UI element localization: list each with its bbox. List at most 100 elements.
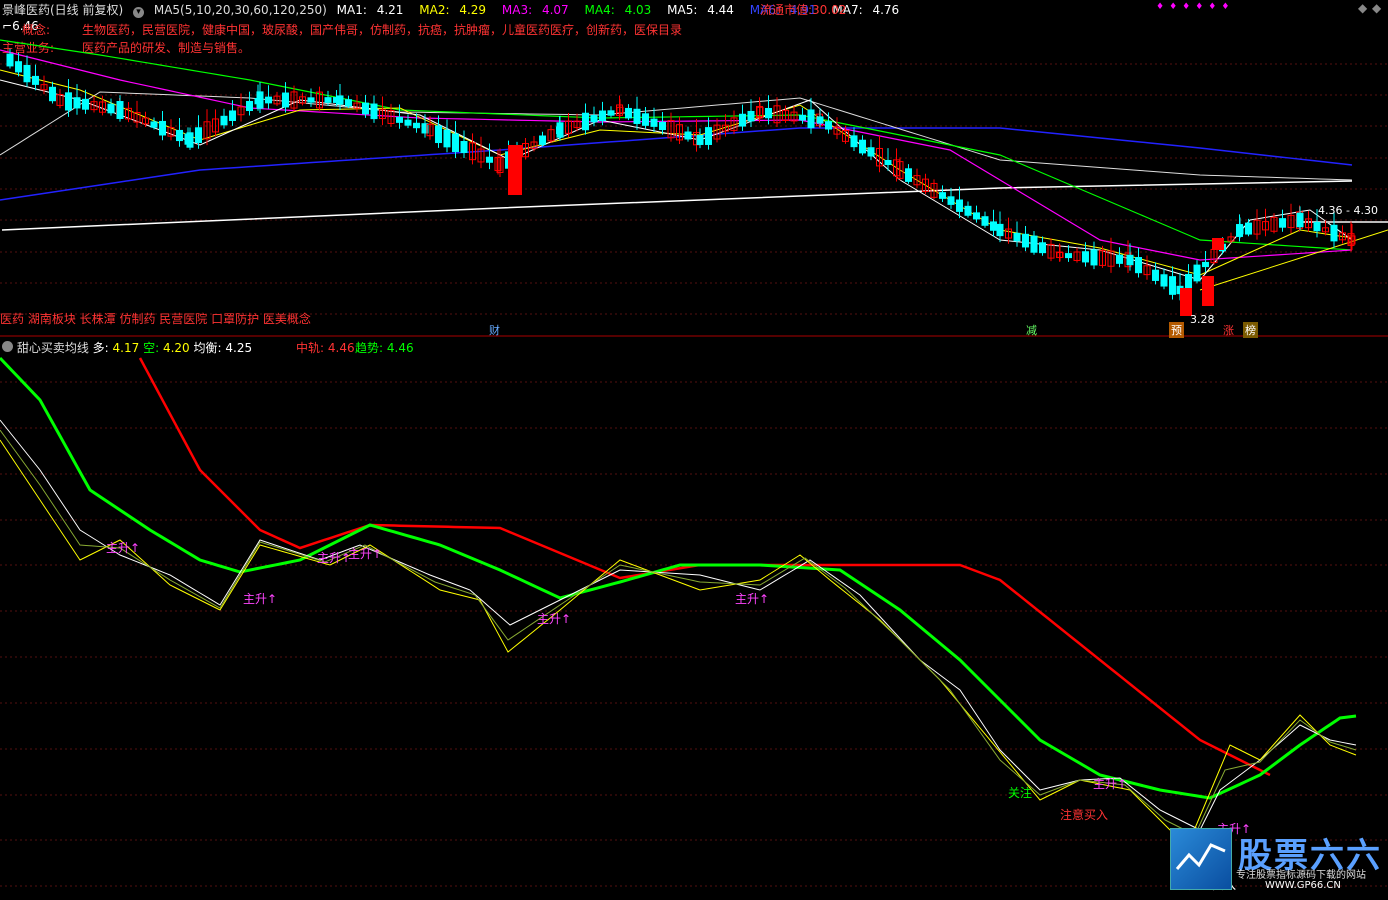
chart-canvas[interactable] bbox=[0, 0, 1388, 900]
qushi: 趋势: 4.46 bbox=[355, 341, 414, 355]
candle bbox=[1039, 242, 1046, 254]
candle bbox=[739, 113, 746, 127]
candle bbox=[1090, 249, 1098, 266]
marker-jian[interactable]: 减 bbox=[1024, 322, 1039, 338]
candle bbox=[607, 110, 615, 116]
candle bbox=[1212, 238, 1224, 250]
candle bbox=[107, 103, 115, 114]
candle bbox=[65, 92, 72, 111]
candle bbox=[850, 135, 858, 148]
candle bbox=[884, 159, 892, 166]
candle bbox=[176, 129, 183, 142]
candle bbox=[1202, 276, 1214, 306]
candle bbox=[116, 101, 124, 119]
price-range-label: 4.36 - 4.30 bbox=[1318, 204, 1378, 217]
candle bbox=[1126, 254, 1134, 266]
candle bbox=[15, 61, 22, 73]
candle bbox=[956, 199, 963, 212]
candle bbox=[1296, 212, 1304, 228]
candle bbox=[324, 97, 332, 103]
candle bbox=[23, 64, 31, 83]
concept-tags: 医药 湖南板块 长株潭 仿制药 民营医院 口罩防护 医美概念 bbox=[0, 312, 311, 326]
duo-white-line bbox=[0, 419, 1357, 831]
low-price-label: 3.28 bbox=[1190, 313, 1215, 326]
candle bbox=[590, 115, 598, 123]
candle bbox=[650, 118, 658, 127]
signal-zhusheng: 主升↑ bbox=[317, 551, 352, 565]
candle bbox=[1245, 222, 1252, 235]
candle bbox=[82, 98, 89, 110]
candle bbox=[825, 121, 832, 130]
candle bbox=[582, 112, 589, 131]
candle bbox=[556, 122, 564, 138]
candle bbox=[508, 145, 522, 195]
candle bbox=[1135, 257, 1142, 274]
candle bbox=[256, 91, 264, 109]
candle bbox=[765, 107, 772, 119]
candle bbox=[1185, 273, 1192, 290]
candle bbox=[49, 86, 56, 102]
candle bbox=[807, 109, 815, 129]
ma2-yellow-line bbox=[0, 69, 1353, 276]
candle bbox=[73, 97, 81, 109]
candle bbox=[486, 156, 493, 163]
signal-zhusheng: 主升↑ bbox=[537, 612, 572, 626]
candle bbox=[625, 107, 632, 119]
candle bbox=[947, 196, 955, 205]
candle bbox=[1160, 274, 1168, 287]
junheng: 均衡: 4.25 bbox=[193, 341, 253, 355]
indicator-name[interactable]: 甜心买卖均线 bbox=[17, 341, 89, 355]
candle bbox=[220, 115, 228, 126]
candle bbox=[396, 116, 403, 123]
kong: 空: 4.20 bbox=[143, 341, 190, 355]
candle bbox=[1279, 218, 1286, 228]
marker-yu[interactable]: 预 bbox=[1169, 322, 1184, 338]
candle bbox=[307, 97, 315, 103]
candle bbox=[642, 113, 649, 126]
candle bbox=[867, 147, 875, 157]
candle bbox=[799, 114, 806, 121]
candle bbox=[973, 212, 980, 220]
candle bbox=[246, 100, 253, 112]
candle bbox=[229, 110, 236, 121]
marker-bang[interactable]: 榜 bbox=[1243, 322, 1258, 338]
candle bbox=[345, 99, 352, 107]
candle bbox=[1236, 225, 1244, 235]
candle bbox=[859, 139, 866, 154]
candle bbox=[1169, 276, 1176, 295]
candle bbox=[1022, 233, 1029, 248]
candle bbox=[939, 192, 946, 199]
signal-zhusheng: 主升↑ bbox=[243, 592, 278, 606]
marker-zhang[interactable]: 涨 bbox=[1221, 322, 1236, 338]
candle bbox=[1180, 288, 1192, 316]
candle bbox=[996, 223, 1004, 237]
candle bbox=[684, 131, 692, 140]
ma3-purple-line bbox=[0, 49, 1353, 261]
signal-zhuyi: 注意买入 bbox=[1060, 808, 1109, 822]
candle bbox=[452, 133, 459, 153]
candle bbox=[905, 168, 912, 182]
circle-dropdown-icon[interactable] bbox=[2, 341, 13, 352]
marker-cai[interactable]: 财 bbox=[487, 322, 502, 338]
signal-zhusheng: 主升↑ bbox=[1093, 777, 1128, 791]
candle bbox=[1330, 224, 1338, 242]
ma-long-white-line bbox=[1, 180, 1353, 231]
candle bbox=[1030, 235, 1038, 253]
candle bbox=[150, 121, 158, 128]
candle bbox=[159, 120, 166, 136]
ma4-green-line bbox=[0, 39, 1353, 251]
candle bbox=[659, 121, 666, 131]
candle bbox=[460, 141, 468, 153]
signal-guanzhu: 关注 bbox=[1008, 786, 1033, 800]
candle bbox=[599, 110, 606, 122]
candle bbox=[282, 92, 289, 108]
junheng-line bbox=[0, 429, 1357, 836]
candle bbox=[265, 96, 272, 104]
candle bbox=[747, 110, 755, 122]
candle bbox=[362, 102, 369, 115]
signal-zhusheng: 主升↑ bbox=[735, 592, 770, 606]
watermark-tagline: 专注股票指标源码下载的网站 bbox=[1236, 870, 1366, 881]
candle bbox=[539, 135, 546, 145]
signal-zhusheng: 主升↑ bbox=[106, 541, 141, 555]
candle bbox=[705, 127, 712, 145]
